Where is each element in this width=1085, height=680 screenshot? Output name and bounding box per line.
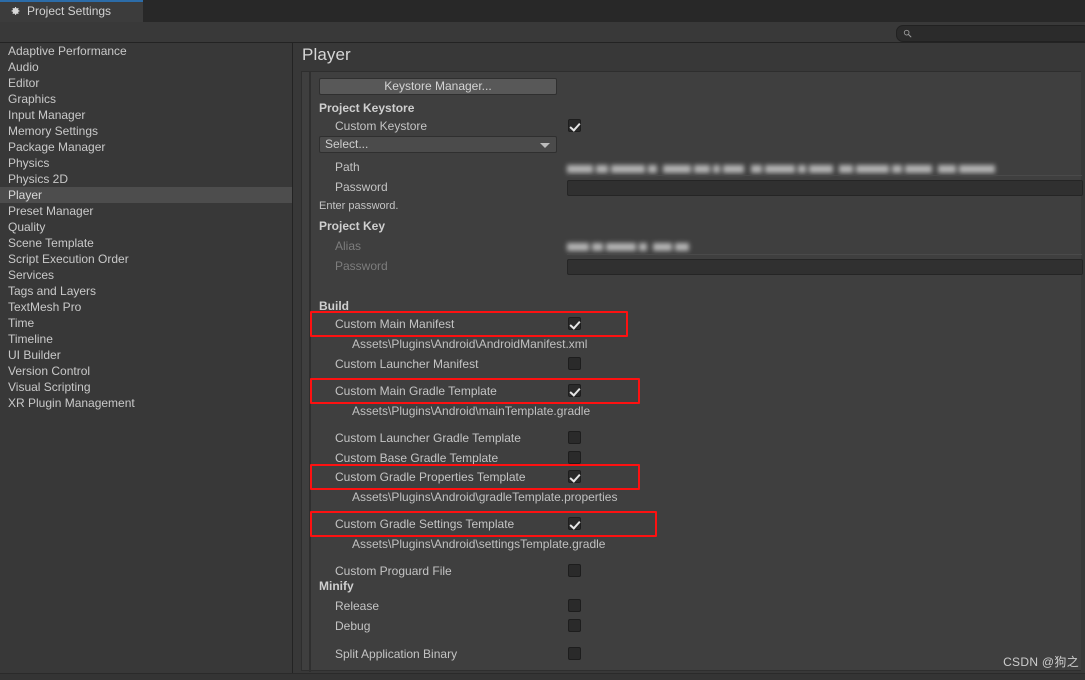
build-option-label: Custom Gradle Properties Template — [335, 467, 526, 487]
project-key-password-label: Password — [335, 256, 388, 276]
sidebar-item-preset-manager[interactable]: Preset Manager — [0, 203, 292, 219]
search-icon — [903, 29, 912, 38]
build-row: Custom Main Gradle Template — [302, 381, 1081, 401]
panel-body: Keystore Manager... Project Keystore Cus… — [301, 71, 1081, 671]
build-row: Custom Gradle Settings Template — [302, 514, 1081, 534]
project-key-alias-value[interactable] — [567, 240, 717, 251]
sidebar-item-visual-scripting[interactable]: Visual Scripting — [0, 379, 292, 395]
build-option-checkbox[interactable] — [568, 451, 581, 464]
build-header: Build — [319, 296, 349, 316]
tab-bar: Project Settings — [0, 0, 1085, 22]
custom-keystore-checkbox[interactable] — [568, 119, 581, 132]
minify-debug-label: Debug — [335, 616, 370, 636]
build-row: Assets\Plugins\Android\mainTemplate.grad… — [302, 401, 1081, 421]
bottom-bar — [0, 673, 1085, 680]
minify-debug-checkbox[interactable] — [568, 619, 581, 632]
project-keystore-header: Project Keystore — [319, 98, 414, 118]
sidebar-item-quality[interactable]: Quality — [0, 219, 292, 235]
build-row: Custom Main Manifest — [302, 314, 1081, 334]
build-path-text: Assets\Plugins\Android\AndroidManifest.x… — [352, 334, 587, 354]
build-option-checkbox[interactable] — [568, 431, 581, 444]
chevron-down-icon — [540, 143, 550, 148]
keystore-path-label: Path — [335, 157, 360, 177]
build-path-text: Assets\Plugins\Android\gradleTemplate.pr… — [352, 487, 617, 507]
keystore-password-label: Password — [335, 177, 388, 197]
build-option-checkbox[interactable] — [568, 317, 581, 330]
search-strip — [0, 22, 1085, 43]
path-field-underline — [567, 175, 1082, 176]
build-path-text: Assets\Plugins\Android\settingsTemplate.… — [352, 534, 605, 554]
build-option-label: Custom Base Gradle Template — [335, 448, 498, 468]
sidebar-item-graphics[interactable]: Graphics — [0, 91, 292, 107]
build-option-checkbox[interactable] — [568, 384, 581, 397]
build-row: Custom Launcher Manifest — [302, 354, 1081, 374]
build-row: Custom Gradle Properties Template — [302, 467, 1081, 487]
project-key-alias-label: Alias — [335, 236, 361, 256]
build-option-checkbox[interactable] — [568, 517, 581, 530]
keystore-manager-button[interactable]: Keystore Manager... — [319, 78, 557, 95]
sidebar-item-tags-and-layers[interactable]: Tags and Layers — [0, 283, 292, 299]
sidebar-item-physics[interactable]: Physics — [0, 155, 292, 171]
sidebar-item-memory-settings[interactable]: Memory Settings — [0, 123, 292, 139]
sidebar-item-timeline[interactable]: Timeline — [0, 331, 292, 347]
split-application-binary-label: Split Application Binary — [335, 644, 457, 664]
sidebar-item-script-execution-order[interactable]: Script Execution Order — [0, 251, 292, 267]
split-application-binary-checkbox[interactable] — [568, 647, 581, 660]
build-option-label: Custom Gradle Settings Template — [335, 514, 514, 534]
build-option-label: Custom Main Gradle Template — [335, 381, 497, 401]
alias-field-underline — [567, 254, 1082, 255]
build-row: Assets\Plugins\Android\gradleTemplate.pr… — [302, 487, 1081, 507]
sidebar-item-version-control[interactable]: Version Control — [0, 363, 292, 379]
build-option-checkbox[interactable] — [568, 470, 581, 483]
build-row: Assets\Plugins\Android\settingsTemplate.… — [302, 534, 1081, 554]
sidebar-item-physics-2d[interactable]: Physics 2D — [0, 171, 292, 187]
settings-sidebar[interactable]: Adaptive PerformanceAudioEditorGraphicsI… — [0, 43, 293, 680]
search-box[interactable] — [896, 25, 1085, 42]
build-option-label: Custom Launcher Manifest — [335, 354, 478, 374]
keystore-password-field[interactable] — [567, 180, 1083, 196]
build-row: Custom Base Gradle Template — [302, 448, 1081, 468]
sidebar-item-audio[interactable]: Audio — [0, 59, 292, 75]
player-settings-panel: Player Keystore Manager... Project Keyst… — [293, 43, 1085, 680]
keystore-select-value: Select... — [325, 137, 368, 151]
gear-icon — [9, 5, 21, 17]
minify-release-checkbox[interactable] — [568, 599, 581, 612]
build-row: Assets\Plugins\Android\AndroidManifest.x… — [302, 334, 1081, 354]
sidebar-list: Adaptive PerformanceAudioEditorGraphicsI… — [0, 43, 292, 411]
sidebar-item-editor[interactable]: Editor — [0, 75, 292, 91]
project-key-password-field[interactable] — [567, 259, 1083, 275]
build-row: Custom Launcher Gradle Template — [302, 428, 1081, 448]
sidebar-item-textmesh-pro[interactable]: TextMesh Pro — [0, 299, 292, 315]
page-title: Player — [302, 45, 351, 65]
build-option-label: Custom Launcher Gradle Template — [335, 428, 521, 448]
keystore-select-dropdown[interactable]: Select... — [319, 136, 557, 153]
custom-keystore-label: Custom Keystore — [335, 116, 427, 136]
keystore-password-hint: Enter password. — [319, 196, 398, 216]
minify-release-label: Release — [335, 596, 379, 616]
watermark: CSDN @狗之 — [1003, 653, 1079, 670]
sidebar-item-services[interactable]: Services — [0, 267, 292, 283]
search-input[interactable] — [916, 28, 1066, 40]
build-path-text: Assets\Plugins\Android\mainTemplate.grad… — [352, 401, 590, 421]
sidebar-item-xr-plugin-management[interactable]: XR Plugin Management — [0, 395, 292, 411]
sidebar-item-player[interactable]: Player — [0, 187, 292, 203]
sidebar-item-scene-template[interactable]: Scene Template — [0, 235, 292, 251]
tab-project-settings[interactable]: Project Settings — [0, 0, 143, 22]
project-key-header: Project Key — [319, 216, 385, 236]
minify-header: Minify — [319, 576, 354, 596]
sidebar-item-package-manager[interactable]: Package Manager — [0, 139, 292, 155]
sidebar-item-ui-builder[interactable]: UI Builder — [0, 347, 292, 363]
build-option-checkbox[interactable] — [568, 357, 581, 370]
sidebar-item-time[interactable]: Time — [0, 315, 292, 331]
build-option-label: Custom Main Manifest — [335, 314, 454, 334]
keystore-path-value[interactable] — [567, 162, 1007, 173]
sidebar-item-adaptive-performance[interactable]: Adaptive Performance — [0, 43, 292, 59]
tab-label: Project Settings — [27, 4, 111, 18]
sidebar-item-input-manager[interactable]: Input Manager — [0, 107, 292, 123]
